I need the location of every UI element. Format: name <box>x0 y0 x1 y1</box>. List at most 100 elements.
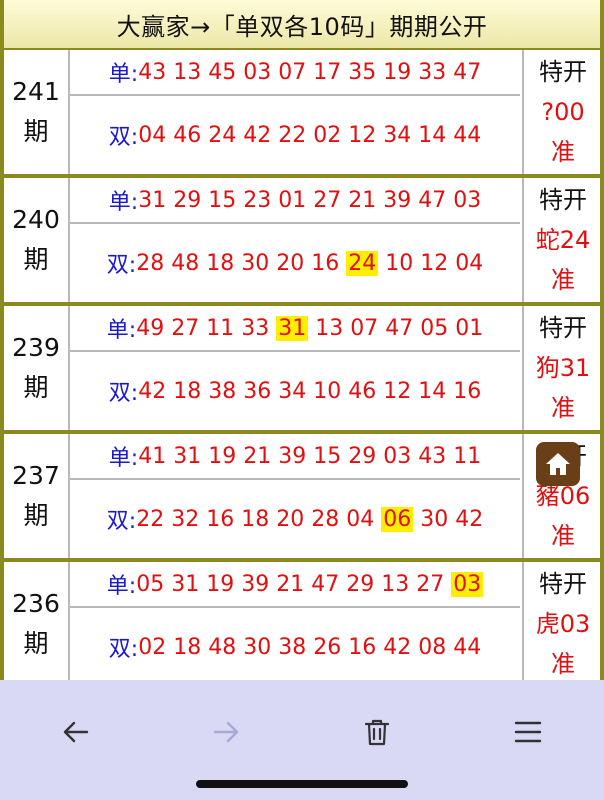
number: 43 <box>418 443 447 469</box>
special-value: ?00 <box>541 98 585 126</box>
number: 18 <box>173 634 202 660</box>
number: 18 <box>206 250 235 276</box>
period-number: 241 <box>12 77 60 106</box>
number: 07 <box>350 315 379 341</box>
number: 29 <box>346 571 375 597</box>
number: 28 <box>136 250 165 276</box>
number: 42 <box>383 634 412 660</box>
number: 20 <box>276 506 305 532</box>
number: 39 <box>241 571 270 597</box>
number: 48 <box>208 634 237 660</box>
number: 20 <box>276 250 305 276</box>
odd-label: 单: <box>108 62 139 87</box>
odd-label: 单: <box>106 574 137 599</box>
number: 14 <box>418 378 447 404</box>
number: 31 <box>138 187 167 213</box>
home-button[interactable] <box>536 442 580 486</box>
numbers-cell: 单: 41 31 19 21 39 15 29 03 43 11 双: 22 32 16 18 20 28 04 06… <box>70 434 520 558</box>
number: 48 <box>171 250 200 276</box>
odd-label: 单: <box>108 446 139 471</box>
even-numbers-line: 双: 42 18 38 36 34 10 46 12 14 16 <box>70 352 520 430</box>
number: 27 <box>171 315 200 341</box>
number: 29 <box>173 187 202 213</box>
menu-button[interactable] <box>498 702 558 762</box>
number: 15 <box>313 443 342 469</box>
number: 16 <box>453 378 482 404</box>
number: 46 <box>348 378 377 404</box>
number: 36 <box>243 378 272 404</box>
page-title: 大赢家→「单双各10码」期期公开 <box>4 0 600 49</box>
number: 31 <box>173 443 202 469</box>
number: 19 <box>208 443 237 469</box>
number: 13 <box>173 59 202 85</box>
number: 03 <box>453 187 482 213</box>
special-title: 特开 <box>539 186 587 214</box>
number: 12 <box>420 250 449 276</box>
special-status: 准 <box>551 650 575 678</box>
period-suffix: 期 <box>23 373 49 402</box>
number: 33 <box>241 315 270 341</box>
number: 12 <box>348 122 377 148</box>
number: 35 <box>348 59 377 85</box>
period-cell: 237 期 <box>4 434 70 558</box>
number: 38 <box>278 634 307 660</box>
number: 12 <box>383 378 412 404</box>
special-value: 狗31 <box>535 354 591 382</box>
delete-button[interactable] <box>347 702 407 762</box>
number: 02 <box>138 634 167 660</box>
number: 05 <box>420 315 449 341</box>
trash-icon <box>364 719 390 746</box>
number: 04 <box>346 506 375 532</box>
odd-numbers-line: 单: 31 29 15 23 01 27 21 39 47 03 <box>70 178 520 224</box>
period-suffix: 期 <box>23 629 49 658</box>
number: 10 <box>313 378 342 404</box>
number: 24 <box>208 122 237 148</box>
period-cell: 239 期 <box>4 306 70 430</box>
number: 16 <box>206 506 235 532</box>
even-label: 双: <box>106 509 137 534</box>
number: 42 <box>138 378 167 404</box>
highlighted-number: 06 <box>381 506 414 532</box>
even-label: 双: <box>108 381 139 406</box>
special-cell: 特开 狗31 准 <box>522 306 602 430</box>
number: 42 <box>455 506 484 532</box>
period-row: 237 期单: 41 31 19 21 39 15 29 03 43 11 双: 22 32 16 18 20 28… <box>4 434 600 558</box>
number: 10 <box>385 250 414 276</box>
number: 07 <box>278 59 307 85</box>
period-cell: 241 期 <box>4 50 70 174</box>
special-status: 准 <box>551 138 575 166</box>
special-cell: 特开蛇24 准 <box>522 178 602 302</box>
odd-numbers-line: 单: 49 27 11 33 31 13 07 47 05 01 <box>70 306 520 352</box>
number: 47 <box>385 315 414 341</box>
number: 18 <box>173 378 202 404</box>
number: 39 <box>278 443 307 469</box>
back-button[interactable] <box>46 702 106 762</box>
number: 13 <box>381 571 410 597</box>
numbers-cell: 单: 05 31 19 39 21 47 29 13 27 03 双: 02 18 48 30 38 26 16 42… <box>70 562 520 680</box>
odd-numbers-line: 单: 41 31 19 21 39 15 29 03 43 11 <box>70 434 520 480</box>
number: 23 <box>243 187 272 213</box>
number: 34 <box>278 378 307 404</box>
number: 42 <box>243 122 272 148</box>
number: 14 <box>418 122 447 148</box>
number: 19 <box>383 59 412 85</box>
even-label: 双: <box>106 253 137 278</box>
home-indicator <box>196 780 408 788</box>
number: 22 <box>136 506 165 532</box>
number: 30 <box>241 250 270 276</box>
forward-button[interactable] <box>196 702 256 762</box>
number: 32 <box>171 506 200 532</box>
number: 05 <box>136 571 165 597</box>
period-row: 240 期单: 31 29 15 23 01 27 21 39 47 03 双: 28 48 18 30 20 16… <box>4 178 600 302</box>
special-value: 蛇24 <box>535 226 591 254</box>
number: 22 <box>278 122 307 148</box>
special-cell: 特开 ?00 准 <box>522 50 602 174</box>
number: 04 <box>455 250 484 276</box>
number: 11 <box>206 315 235 341</box>
number: 19 <box>206 571 235 597</box>
period-row: 241 期单: 43 13 45 03 07 17 35 19 33 47 双: 04 46 24 42 22 02… <box>4 50 600 174</box>
number: 21 <box>348 187 377 213</box>
special-cell: 特开 虎03 准 <box>522 562 602 680</box>
special-status: 准 <box>551 266 575 294</box>
number: 44 <box>453 634 482 660</box>
